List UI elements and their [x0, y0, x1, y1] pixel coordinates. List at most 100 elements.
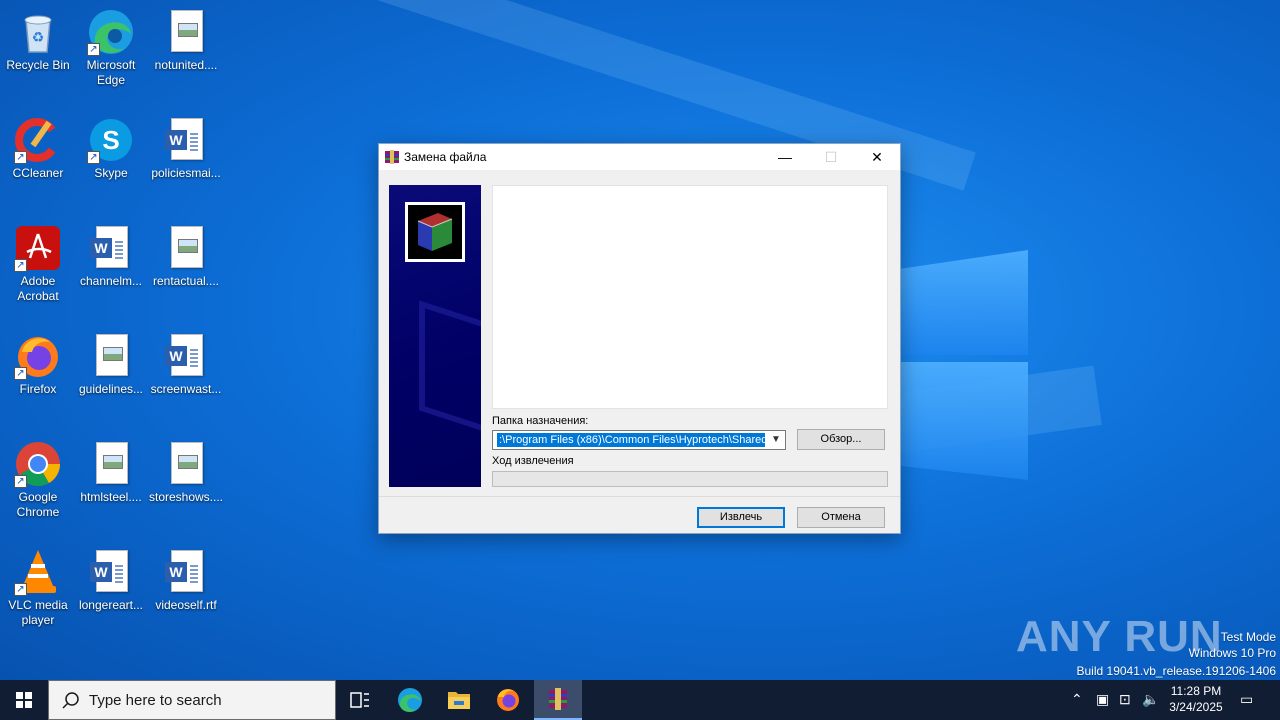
desktop-icon-acrobat[interactable]: ↗ Adobe Acrobat: [0, 224, 76, 304]
action-center-icon[interactable]: ▭: [1240, 691, 1253, 708]
footer-divider: [379, 496, 900, 497]
dialog-title: Замена файла: [404, 150, 487, 164]
cancel-button[interactable]: Отмена: [797, 507, 885, 528]
desktop-icon-word-doc[interactable]: W longereart...: [73, 548, 149, 613]
browse-button[interactable]: Обзор...: [797, 429, 885, 450]
desktop-icon-word-doc[interactable]: W videoself.rtf: [148, 548, 224, 613]
shortcut-arrow-icon: ↗: [87, 43, 100, 56]
desktop-icon-label: VLC media player: [8, 598, 68, 627]
dialog-titlebar[interactable]: Замена файла — ☐ ✕: [379, 144, 900, 170]
show-hidden-icons-button[interactable]: ⌃: [1071, 691, 1083, 708]
desktop-icon-label: Microsoft Edge: [86, 58, 136, 87]
desktop-icon-label: Recycle Bin: [6, 58, 70, 72]
search-icon: [62, 692, 79, 709]
destination-folder-label: Папка назначения:: [492, 415, 589, 427]
desktop-icon-firefox[interactable]: ↗ Firefox: [0, 332, 76, 397]
chevron-down-icon[interactable]: ▼: [767, 431, 785, 449]
taskbar-winrar-button[interactable]: [534, 680, 582, 720]
vlc-icon: ↗: [14, 548, 62, 596]
desktop-icon-label: channelm...: [79, 274, 143, 288]
file-explorer-icon: [448, 692, 470, 709]
desktop-icon-label: rentactual....: [152, 274, 220, 288]
destination-folder-combobox[interactable]: :\Program Files (x86)\Common Files\Hypro…: [492, 430, 786, 450]
desktop-icon-label: Firefox: [19, 382, 57, 396]
image-file-icon: [162, 8, 210, 56]
desktop-icon-image-file[interactable]: htmlsteel....: [73, 440, 149, 505]
watermark-build: Build 19041.vb_release.191206-1406: [1076, 664, 1277, 678]
taskbar-clock[interactable]: 11:28 PM 3/24/2025: [1164, 683, 1228, 715]
clock-time: 11:28 PM: [1170, 684, 1222, 698]
network-icon[interactable]: ⊡: [1119, 691, 1131, 708]
desktop-icon-edge[interactable]: ↗ Microsoft Edge: [73, 8, 149, 88]
desktop-icon-label: htmlsteel....: [80, 490, 142, 504]
windows-start-icon: [16, 692, 32, 708]
desktop-icon-image-file[interactable]: guidelines...: [73, 332, 149, 397]
shortcut-arrow-icon: ↗: [14, 367, 27, 380]
desktop-icon-label: guidelines...: [78, 382, 144, 396]
maximize-button[interactable]: ☐: [808, 144, 854, 170]
taskbar-file-explorer-button[interactable]: [435, 680, 483, 720]
desktop-icon-label: screenwast...: [150, 382, 222, 396]
destination-folder-value[interactable]: :\Program Files (x86)\Common Files\Hypro…: [497, 433, 765, 447]
network-monitor-icon[interactable]: ▣: [1096, 691, 1109, 708]
task-view-button[interactable]: [336, 680, 384, 720]
edge-icon: [398, 688, 422, 712]
image-file-icon: [162, 224, 210, 272]
taskbar: Type here to search ⌃ ▣ ⊡ 🔈 11:28 PM 3/2…: [0, 680, 1280, 720]
desktop-icon-skype[interactable]: S ↗ Skype: [73, 116, 149, 181]
minimize-button[interactable]: —: [762, 144, 808, 170]
anyrun-watermark: ANY RUN Test Mode Windows 10 Pro Build 1…: [1016, 612, 1276, 680]
image-file-icon: [87, 440, 135, 488]
taskbar-firefox-button[interactable]: [484, 680, 532, 720]
desktop-icon-image-file[interactable]: notunited....: [148, 8, 224, 73]
desktop-icon-label: storeshows....: [148, 490, 224, 504]
word-doc-icon: W: [162, 116, 210, 164]
desktop-icon-label: longereart...: [78, 598, 144, 612]
desktop-icon-word-doc[interactable]: W policiesmai...: [148, 116, 224, 181]
edge-icon: ↗: [87, 8, 135, 56]
archive-box-icon: [405, 202, 465, 262]
desktop-icon-label: Google Chrome: [16, 490, 60, 519]
desktop-icon-label: videoself.rtf: [155, 598, 217, 612]
search-placeholder: Type here to search: [89, 692, 222, 709]
desktop-icon-image-file[interactable]: rentactual....: [148, 224, 224, 289]
acrobat-icon: ↗: [14, 224, 62, 272]
desktop-icon-word-doc[interactable]: W screenwast...: [148, 332, 224, 397]
word-doc-icon: W: [87, 224, 135, 272]
desktop-icon-vlc[interactable]: ↗ VLC media player: [0, 548, 76, 628]
desktop-icon-label: CCleaner: [12, 166, 64, 180]
recycle-bin-icon: ♻: [14, 8, 62, 56]
close-button[interactable]: ✕: [854, 144, 900, 170]
shortcut-arrow-icon: ↗: [14, 583, 27, 596]
desktop-icon-label: notunited....: [154, 58, 218, 72]
desktop-icon-label: Adobe Acrobat: [17, 274, 59, 303]
winrar-icon: [385, 150, 399, 164]
start-button[interactable]: [0, 680, 48, 720]
ccleaner-icon: ↗: [14, 116, 62, 164]
winrar-icon: [549, 688, 567, 710]
volume-icon[interactable]: 🔈: [1142, 691, 1159, 708]
firefox-icon: ↗: [14, 332, 62, 380]
svg-text:♻: ♻: [32, 29, 45, 45]
replace-file-dialog[interactable]: Замена файла — ☐ ✕ Папка назначения: :\P…: [378, 143, 901, 534]
desktop-icon-ccleaner[interactable]: ↗ CCleaner: [0, 116, 76, 181]
skype-icon: S ↗: [87, 116, 135, 164]
task-view-icon: [350, 692, 369, 708]
firefox-icon: [497, 689, 519, 711]
desktop-icon-image-file[interactable]: storeshows....: [148, 440, 224, 505]
image-file-icon: [87, 332, 135, 380]
desktop-icon-recycle-bin[interactable]: ♻ Recycle Bin: [0, 8, 76, 73]
windows-logo-wallpaper: [900, 240, 1030, 480]
taskbar-search-box[interactable]: Type here to search: [48, 680, 336, 720]
extraction-progress-bar: [492, 471, 888, 487]
desktop-icon-label: Skype: [94, 166, 128, 180]
desktop-icon-word-doc[interactable]: W channelm...: [73, 224, 149, 289]
word-doc-icon: W: [162, 548, 210, 596]
desktop-icon-chrome[interactable]: ↗ Google Chrome: [0, 440, 76, 520]
desktop-icon-label: policiesmai...: [151, 166, 221, 180]
word-doc-icon: W: [162, 332, 210, 380]
extraction-progress-label: Ход извлечения: [492, 455, 574, 467]
taskbar-edge-button[interactable]: [386, 680, 434, 720]
extract-button[interactable]: Извлечь: [697, 507, 785, 528]
chrome-icon: ↗: [14, 440, 62, 488]
